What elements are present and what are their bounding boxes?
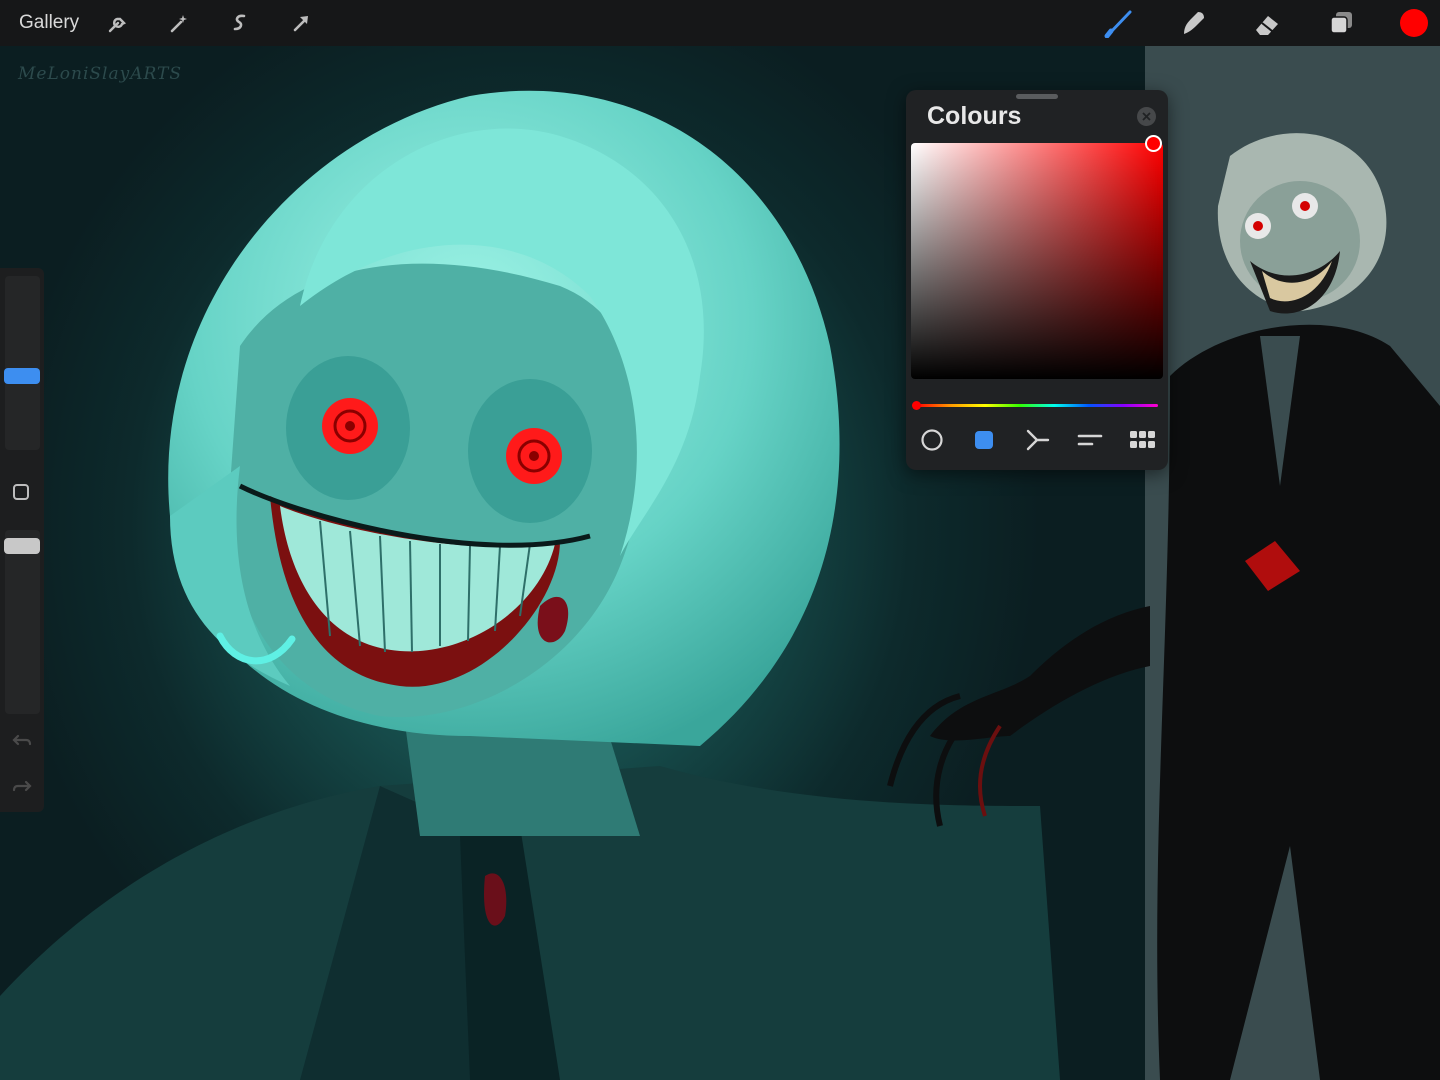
disc-icon[interactable]: [917, 425, 947, 455]
top-toolbar: Gallery: [0, 0, 1440, 46]
value-icon[interactable]: [1075, 425, 1105, 455]
wrench-icon[interactable]: [103, 8, 133, 38]
modify-square-icon[interactable]: [13, 484, 29, 500]
magic-wand-icon[interactable]: [164, 8, 194, 38]
selection-icon[interactable]: [225, 8, 255, 38]
transform-arrow-icon[interactable]: [286, 8, 316, 38]
opacity-thumb[interactable]: [4, 538, 40, 554]
harmony-icon[interactable]: [1023, 425, 1053, 455]
panel-grabber[interactable]: [1016, 94, 1058, 99]
saturation-brightness-picker[interactable]: [911, 143, 1163, 379]
brush-icon[interactable]: [1102, 6, 1136, 40]
layers-icon[interactable]: [1324, 6, 1358, 40]
redo-icon[interactable]: [10, 776, 34, 796]
hue-slider-handle[interactable]: [912, 401, 921, 410]
eraser-icon[interactable]: [1250, 6, 1284, 40]
saturation-brightness-handle[interactable]: [1145, 135, 1162, 152]
classic-icon[interactable]: [969, 425, 999, 455]
brush-size-slider[interactable]: [5, 276, 40, 450]
artwork-illustration: [0, 90, 1440, 1080]
left-sidebar: [0, 268, 44, 812]
current-color-swatch[interactable]: [1400, 9, 1428, 37]
close-icon[interactable]: [1137, 107, 1156, 126]
smudge-icon[interactable]: [1176, 6, 1210, 40]
gallery-button[interactable]: Gallery: [19, 12, 79, 34]
colours-title: Colours: [927, 102, 1022, 130]
colours-panel: Colours: [906, 90, 1168, 470]
drawing-canvas[interactable]: MeLoniSlayARTS: [0, 46, 1440, 1080]
palettes-icon[interactable]: [1128, 425, 1158, 455]
opacity-slider[interactable]: [5, 530, 40, 714]
hue-slider[interactable]: [916, 404, 1158, 407]
brush-size-thumb[interactable]: [4, 368, 40, 384]
undo-icon[interactable]: [10, 730, 34, 750]
